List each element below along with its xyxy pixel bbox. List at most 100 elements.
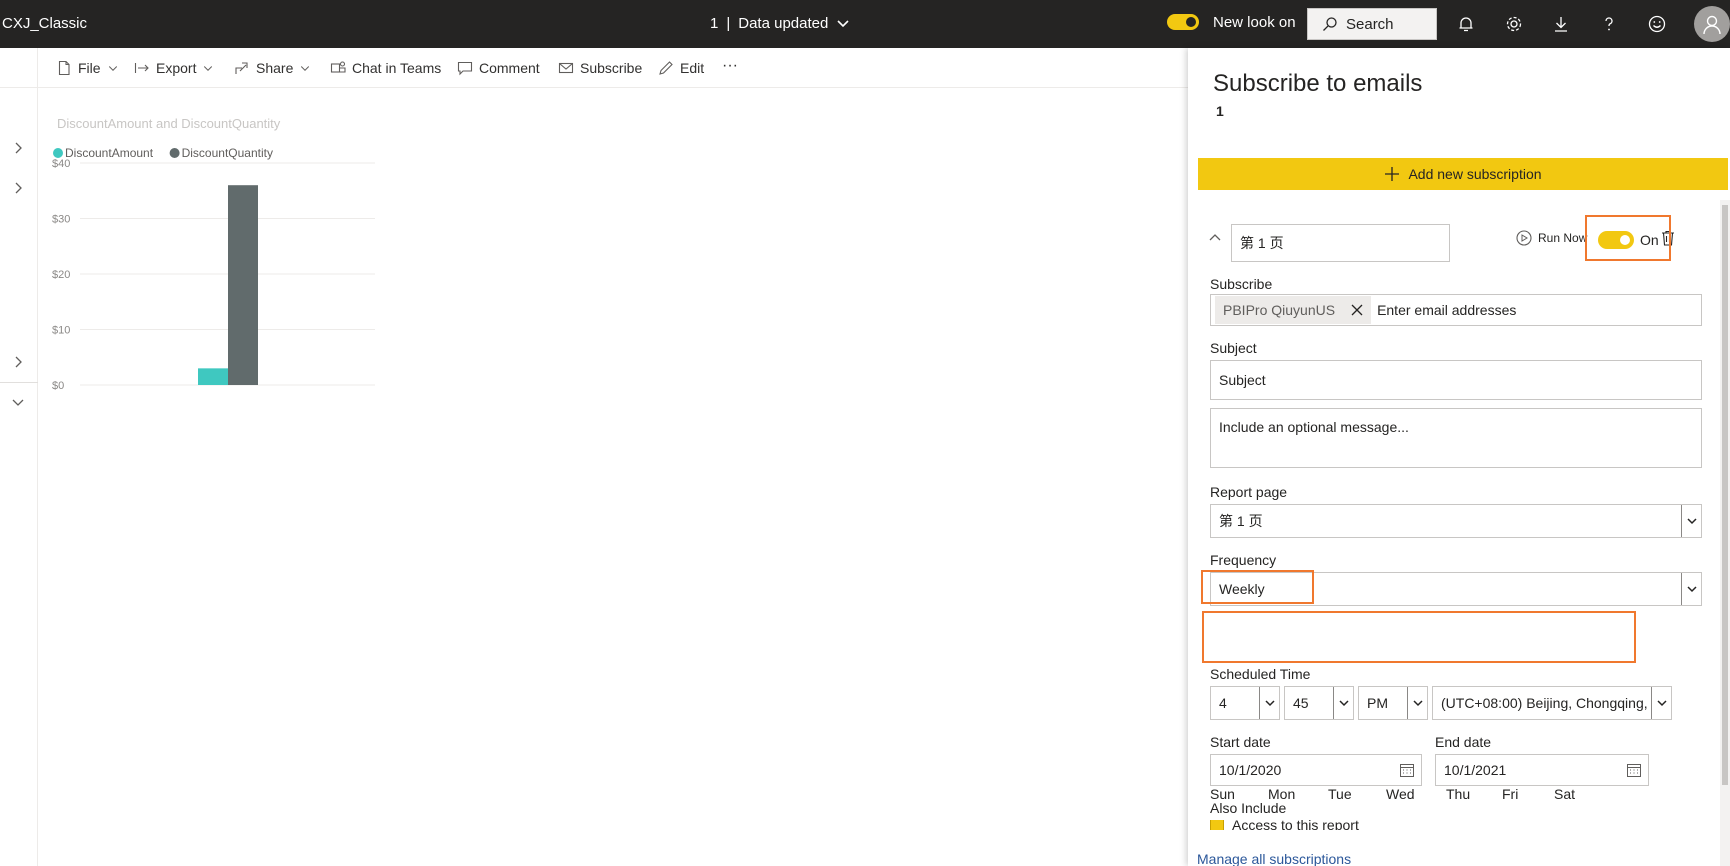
legend-swatch	[169, 148, 180, 158]
access-checkbox[interactable]	[1210, 820, 1224, 830]
start-date-input[interactable]: 10/1/2020	[1210, 754, 1422, 786]
subject-placeholder: Subject	[1219, 372, 1266, 388]
subscription-name-input[interactable]: 第 1 页	[1231, 224, 1450, 262]
subscription-name: 第 1 页	[1240, 235, 1284, 251]
legend-label: DiscountAmount	[65, 146, 154, 160]
hour-value: 4	[1219, 695, 1227, 711]
chevron-down-icon	[1407, 687, 1427, 719]
share-icon	[235, 62, 248, 74]
share-menu[interactable]: Share	[234, 60, 311, 76]
message-textarea[interactable]: Include an optional message...	[1210, 408, 1702, 468]
user-icon	[1703, 15, 1721, 35]
chevron-right-icon[interactable]	[10, 354, 26, 370]
more-options-button[interactable]: ···	[722, 57, 738, 75]
avatar[interactable]	[1694, 6, 1730, 42]
search-icon	[1323, 17, 1337, 31]
y-tick-label: $20	[52, 269, 70, 281]
day-thu[interactable]: Thu	[1446, 764, 1470, 802]
highlight-days	[1202, 611, 1636, 663]
y-tick-label: $0	[52, 380, 64, 392]
day-wed[interactable]: Wed	[1386, 764, 1415, 802]
scrollbar-thumb[interactable]	[1722, 205, 1728, 785]
chart-grid	[80, 162, 375, 386]
end-date-label: End date	[1435, 734, 1492, 750]
end-date-input[interactable]: 10/1/2021	[1435, 754, 1649, 786]
report-status[interactable]: 1 | Data updated	[710, 15, 850, 32]
ampm-select[interactable]: PM	[1358, 686, 1428, 720]
chevron-down-icon[interactable]	[10, 394, 26, 410]
bell-icon[interactable]	[1454, 12, 1478, 36]
download-icon[interactable]	[1549, 12, 1573, 36]
gear-icon[interactable]	[1502, 12, 1526, 36]
message-placeholder: Include an optional message...	[1219, 419, 1409, 435]
day-fri[interactable]: Fri	[1502, 764, 1519, 802]
day-label: Wed	[1386, 786, 1415, 802]
subscribe-panel: Subscribe to emails 1 Add new subscripti…	[1188, 48, 1730, 866]
report-toolbar: File Export Share Chat in Teams Comment …	[0, 48, 1188, 88]
search-box[interactable]: Search	[1307, 8, 1437, 40]
nav-divider	[0, 382, 38, 383]
app-name[interactable]: CXJ_Classic	[2, 15, 87, 32]
access-report-option[interactable]: Access to this report	[1210, 820, 1359, 830]
file-icon	[58, 60, 70, 76]
run-now-button[interactable]: Run Now	[1516, 230, 1587, 246]
chart-title: DiscountAmount and DiscountQuantity	[57, 116, 281, 131]
chevron-right-icon[interactable]	[10, 180, 26, 196]
subscribe-button[interactable]: Subscribe	[558, 60, 642, 76]
day-sat[interactable]: Sat	[1554, 764, 1576, 802]
day-tue[interactable]: Tue	[1328, 764, 1352, 802]
subscribe-label: Subscribe	[1210, 276, 1273, 292]
add-subscription-button[interactable]: Add new subscription	[1198, 158, 1728, 190]
search-label: Search	[1346, 15, 1394, 33]
report-page-value: 第 1 页	[1219, 513, 1263, 529]
close-icon[interactable]	[1351, 304, 1363, 316]
pencil-icon	[659, 61, 673, 75]
chat-label: Chat in Teams	[352, 60, 442, 76]
timezone-select[interactable]: (UTC+08:00) Beijing, Chongqing, Hong Kon…	[1432, 686, 1672, 720]
help-icon[interactable]	[1597, 12, 1621, 36]
minute-value: 45	[1293, 695, 1309, 711]
end-date-value: 10/1/2021	[1444, 762, 1507, 778]
edit-button[interactable]: Edit	[658, 60, 704, 76]
new-look-label: New look on	[1213, 14, 1296, 31]
left-nav	[0, 48, 38, 866]
comment-button[interactable]: Comment	[457, 60, 540, 76]
calendar-icon[interactable]	[1399, 762, 1415, 778]
export-menu[interactable]: Export	[134, 60, 214, 76]
subject-input[interactable]: Subject	[1210, 360, 1702, 400]
recipients-field[interactable]: PBIPro QiuyunUS Enter email addresses	[1210, 294, 1702, 326]
collapse-chevron-up-icon[interactable]	[1208, 230, 1222, 244]
hour-select[interactable]: 4	[1210, 686, 1280, 720]
chat-in-teams-button[interactable]: Chat in Teams	[330, 60, 441, 76]
panel-scrollbar[interactable]	[1720, 200, 1730, 866]
play-icon	[1516, 230, 1532, 246]
start-date-value: 10/1/2020	[1219, 762, 1282, 778]
report-page-select[interactable]: 第 1 页	[1210, 504, 1702, 538]
bar-discountamount	[198, 368, 228, 385]
chevron-down-icon	[1681, 573, 1701, 605]
export-icon	[134, 63, 149, 73]
manage-subscriptions-link[interactable]: Manage all subscriptions	[1197, 853, 1351, 866]
calendar-icon[interactable]	[1626, 762, 1642, 778]
y-tick-label: $40	[52, 158, 70, 170]
frequency-label: Frequency	[1210, 552, 1277, 568]
file-menu[interactable]: File	[56, 60, 119, 76]
chevron-down-icon	[204, 66, 213, 71]
report-page-label: Report page	[1210, 484, 1288, 500]
chevron-right-icon[interactable]	[10, 140, 26, 156]
legend-swatch	[53, 148, 63, 158]
comment-icon	[457, 61, 473, 76]
subscribe-label: Subscribe	[580, 60, 643, 76]
smiley-icon[interactable]	[1645, 12, 1669, 36]
timezone-value: (UTC+08:00) Beijing, Chongqing, Hong Kon…	[1441, 695, 1649, 711]
chart-bars	[198, 185, 258, 385]
day-label: Fri	[1502, 786, 1519, 802]
day-label: Sat	[1554, 786, 1576, 802]
discount-chart[interactable]: DiscountAmount and DiscountQuantity Disc…	[40, 108, 380, 438]
chevron-down-icon	[1651, 687, 1671, 719]
new-look-toggle[interactable]	[1167, 14, 1199, 30]
minute-select[interactable]: 45	[1284, 686, 1354, 720]
chevron-down-icon	[301, 66, 310, 71]
plus-icon	[1385, 167, 1400, 181]
day-label: Tue	[1328, 786, 1352, 802]
